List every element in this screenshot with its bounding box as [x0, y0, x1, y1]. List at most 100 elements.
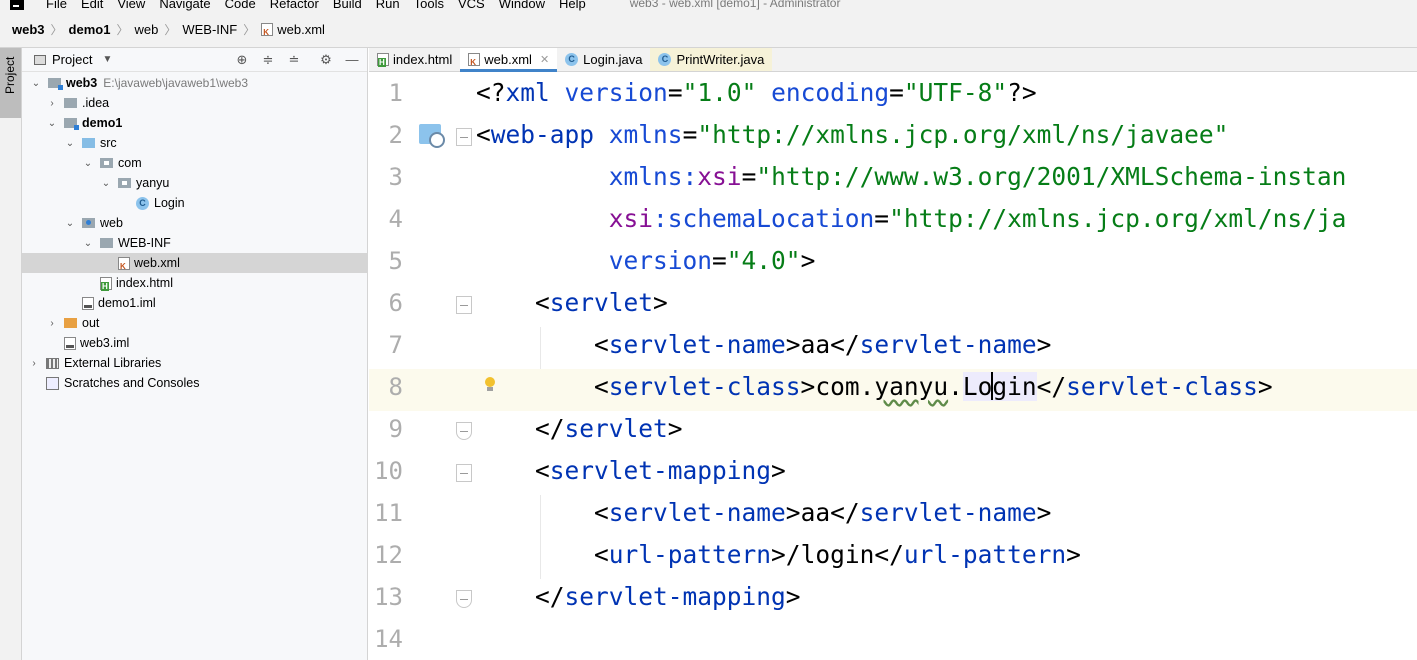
code-text: <url-pattern>/login</url-pattern>	[594, 540, 1081, 569]
menu-window[interactable]: Window	[499, 0, 545, 11]
tree-item-src[interactable]: ⌄ src	[22, 133, 368, 153]
tree-item-web3-iml[interactable]: web3.iml	[22, 333, 368, 353]
html-file-icon	[100, 276, 112, 291]
tree-item-web-xml[interactable]: web.xml	[22, 253, 368, 273]
tree-item-yanyu[interactable]: ⌄ yanyu	[22, 173, 368, 193]
expand-all-icon[interactable]: ≑	[260, 52, 276, 68]
menu-help[interactable]: Help	[559, 0, 586, 11]
tree-item-external-libraries[interactable]: › External Libraries	[22, 353, 368, 373]
chevron-down-icon[interactable]: ⌄	[46, 118, 58, 129]
menu-file[interactable]: File	[46, 0, 67, 11]
menu-refactor[interactable]: Refactor	[270, 0, 319, 11]
code-text: <?xml version="1.0" encoding="UTF-8"?>	[476, 78, 1037, 107]
code-text: version="4.0">	[608, 246, 816, 275]
code-editor[interactable]: 1 <?xml version="1.0" encoding="UTF-8"?>…	[369, 73, 1417, 660]
tree-item-web-inf[interactable]: ⌄ WEB-INF	[22, 233, 368, 253]
menu-view[interactable]: View	[117, 0, 145, 11]
module-folder-icon	[64, 118, 79, 130]
library-icon	[46, 357, 59, 369]
project-view-title[interactable]: Project	[52, 52, 92, 67]
tree-item-scratches[interactable]: Scratches and Consoles	[22, 373, 368, 393]
tab-web-xml[interactable]: web.xml ✕	[460, 48, 558, 72]
code-line[interactable]: 13 </servlet-mapping>	[369, 579, 1417, 621]
tab-printwriter-java[interactable]: C PrintWriter.java	[650, 48, 773, 71]
tree-item-label: yanyu	[136, 176, 170, 190]
intention-bulb-icon[interactable]	[484, 377, 496, 393]
project-panel: Project ▼ ⊕ ≑ ≐ ⚙ — ⌄ web3 E:\javaweb\ja…	[22, 48, 368, 660]
tab-index-html[interactable]: index.html	[369, 48, 460, 71]
chevron-down-icon[interactable]: ⌄	[82, 238, 94, 249]
line-number: 12	[374, 541, 403, 569]
code-line[interactable]: 10 <servlet-mapping>	[369, 453, 1417, 495]
code-line[interactable]: 6 <servlet>	[369, 285, 1417, 327]
code-line[interactable]: 2 <web-app xmlns="http://xmlns.jcp.org/x…	[369, 117, 1417, 159]
collapse-all-icon[interactable]: ≐	[286, 52, 302, 68]
breadcrumb-separator: 〉	[164, 23, 177, 37]
chevron-down-icon[interactable]: ⌄	[64, 218, 76, 229]
chevron-down-icon[interactable]: ⌄	[100, 178, 112, 189]
tree-item-idea[interactable]: › .idea	[22, 93, 368, 113]
tree-item-web[interactable]: ⌄ web	[22, 213, 368, 233]
chevron-down-icon[interactable]: ⌄	[64, 138, 76, 149]
menu-build[interactable]: Build	[333, 0, 362, 11]
code-line[interactable]: 7 <servlet-name>aa</servlet-name>	[369, 327, 1417, 369]
tree-item-label: out	[82, 316, 100, 330]
code-line[interactable]: 3 xmlns:xsi="http://www.w3.org/2001/XMLS…	[369, 159, 1417, 201]
tab-login-java[interactable]: C Login.java	[557, 48, 650, 71]
code-line[interactable]: 5 version="4.0">	[369, 243, 1417, 285]
breadcrumb-separator: 〉	[116, 23, 129, 37]
code-line[interactable]: 4 xsi:schemaLocation="http://xmlns.jcp.o…	[369, 201, 1417, 243]
breadcrumb-item-web[interactable]: web	[134, 22, 158, 37]
xml-file-icon	[118, 256, 130, 271]
menu-code[interactable]: Code	[225, 0, 256, 11]
breadcrumb-item-web-inf[interactable]: WEB-INF	[182, 22, 237, 37]
iml-file-icon	[82, 296, 94, 310]
intellij-logo-icon	[10, 0, 24, 10]
gear-icon[interactable]: ⚙	[318, 52, 334, 68]
tree-item-label: Scratches and Consoles	[64, 376, 200, 390]
chevron-right-icon[interactable]: ›	[28, 358, 40, 369]
code-text: </servlet-mapping>	[535, 582, 801, 611]
tree-item-label: com	[118, 156, 142, 170]
code-text: xsi:schemaLocation="http://xmlns.jcp.org…	[608, 204, 1347, 233]
breadcrumb-item-web-xml[interactable]: web.xml	[277, 22, 325, 37]
xml-file-icon	[261, 23, 274, 37]
tree-item-web3[interactable]: ⌄ web3 E:\javaweb\javaweb1\web3	[22, 73, 368, 93]
code-line[interactable]: 12 <url-pattern>/login</url-pattern>	[369, 537, 1417, 579]
chevron-right-icon[interactable]: ›	[46, 98, 58, 109]
breadcrumb-item-web3[interactable]: web3	[12, 22, 45, 37]
code-line-current[interactable]: 8 <servlet-class>com.yanyu.Login</servle…	[369, 369, 1417, 411]
tree-item-label: web3.iml	[80, 336, 130, 350]
tree-item-demo1[interactable]: ⌄ demo1	[22, 113, 368, 133]
locate-icon[interactable]: ⊕	[234, 52, 250, 68]
menu-navigate[interactable]: Navigate	[159, 0, 210, 11]
html-file-icon	[377, 53, 389, 67]
breadcrumb-item-demo1[interactable]: demo1	[69, 22, 111, 37]
chevron-right-icon[interactable]: ›	[46, 318, 58, 329]
tree-item-index-html[interactable]: index.html	[22, 273, 368, 293]
tree-item-login[interactable]: C Login	[22, 193, 368, 213]
chevron-down-icon[interactable]: ⌄	[30, 78, 42, 89]
line-number: 4	[388, 205, 403, 233]
menu-tools[interactable]: Tools	[414, 0, 444, 11]
code-line[interactable]: 1 <?xml version="1.0" encoding="UTF-8"?>	[369, 75, 1417, 117]
code-line[interactable]: 14	[369, 621, 1417, 660]
tree-item-com[interactable]: ⌄ com	[22, 153, 368, 173]
tree-item-out[interactable]: › out	[22, 313, 368, 333]
tree-item-demo1-iml[interactable]: demo1.iml	[22, 293, 368, 313]
tab-label: Login.java	[583, 52, 643, 67]
hide-icon[interactable]: —	[344, 52, 360, 68]
chevron-down-icon[interactable]: ⌄	[82, 158, 94, 169]
menu-run[interactable]: Run	[376, 0, 400, 11]
chevron-down-icon[interactable]: ▼	[102, 54, 112, 65]
close-icon[interactable]: ✕	[540, 53, 549, 66]
tab-label: PrintWriter.java	[676, 52, 765, 67]
tree-item-label: web	[100, 216, 123, 230]
menu-vcs[interactable]: VCS	[458, 0, 485, 11]
code-line[interactable]: 9 </servlet>	[369, 411, 1417, 453]
project-tool-tab[interactable]: Project	[0, 48, 21, 118]
code-line[interactable]: 11 <servlet-name>aa</servlet-name>	[369, 495, 1417, 537]
menu-edit[interactable]: Edit	[81, 0, 103, 11]
editor-tab-bar: index.html web.xml ✕ C Login.java C Prin…	[369, 48, 1417, 72]
web-folder-icon	[82, 218, 95, 228]
